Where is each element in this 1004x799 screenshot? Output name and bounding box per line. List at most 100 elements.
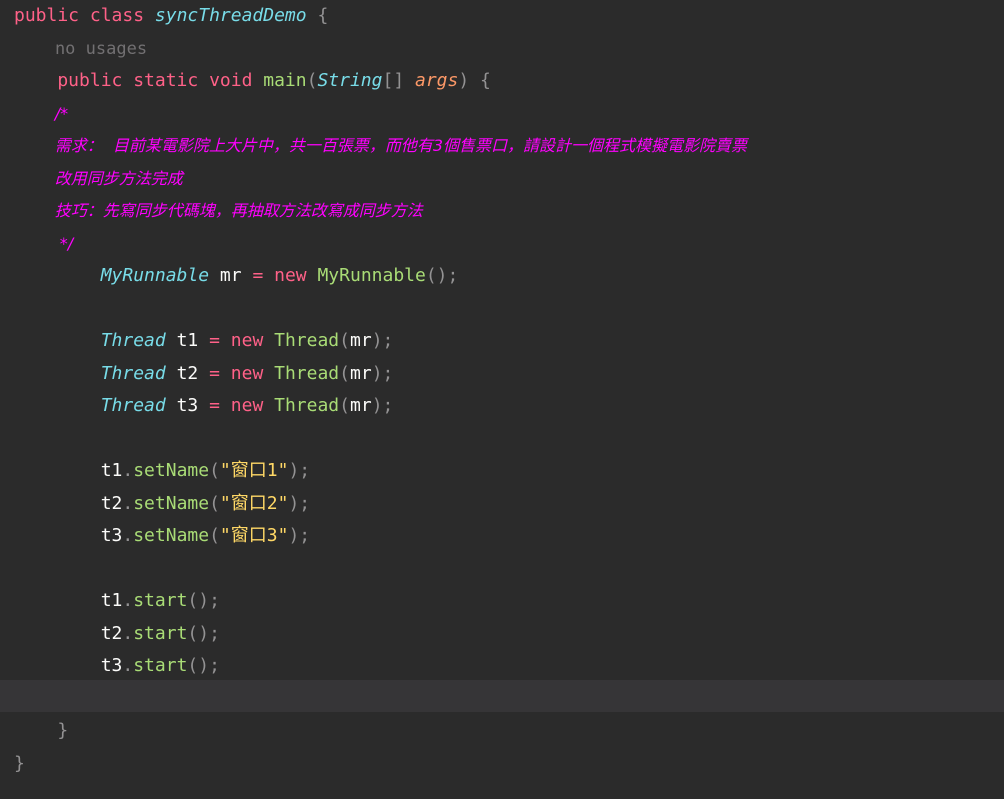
- code-token: .: [122, 590, 134, 611]
- code-line[interactable]: t3.start();: [14, 650, 220, 682]
- code-token: setName: [133, 460, 210, 481]
- code-token: (: [339, 395, 350, 416]
- code-line[interactable]: /*: [14, 98, 68, 130]
- code-line[interactable]: t1.setName("窗口1");: [14, 455, 310, 487]
- code-token: mr: [350, 362, 372, 384]
- code-line[interactable]: public class syncThreadDemo {: [14, 0, 328, 32]
- code-token: Thread: [274, 362, 340, 384]
- code-line[interactable]: t1.start();: [14, 585, 220, 617]
- code-token: );: [288, 492, 311, 514]
- code-line[interactable]: MyRunnable mr = new MyRunnable();: [14, 260, 459, 292]
- code-token: ();: [187, 655, 220, 676]
- code-token: );: [371, 362, 394, 384]
- code-token: setName: [133, 525, 210, 546]
- code-line[interactable]: Thread t1 = new Thread(mr);: [14, 325, 394, 357]
- code-token: start: [133, 655, 188, 676]
- code-token: (: [339, 330, 350, 351]
- code-token: main: [263, 70, 307, 91]
- string-literal: "窗口3": [219, 525, 289, 546]
- code-token: MyRunnable: [317, 265, 426, 286]
- string-literal: "窗口2": [219, 492, 289, 514]
- code-line[interactable]: }: [14, 748, 25, 780]
- comment-text: */: [14, 233, 74, 253]
- code-token: t2: [165, 362, 210, 384]
- code-token: .: [122, 655, 134, 676]
- code-line[interactable]: 技巧：先寫同步代碼塊，再抽取方法改寫成同步方法: [14, 195, 423, 227]
- code-token: ();: [187, 622, 220, 644]
- string-literal: "窗口1": [219, 460, 289, 481]
- code-token: );: [288, 460, 311, 481]
- code-token: .: [122, 525, 134, 546]
- code-token: (: [306, 70, 318, 91]
- code-token: start: [133, 622, 188, 644]
- code-token: mr: [350, 395, 372, 416]
- code-token: ();: [425, 265, 459, 286]
- code-line[interactable]: t2.start();: [14, 618, 220, 650]
- code-token: .: [122, 460, 134, 481]
- code-token: public class: [14, 5, 155, 26]
- comment-text: 需求： 目前某電影院上大片中，共一百張票，而他有3個售票口，請設計一個程式模擬電…: [14, 136, 748, 155]
- code-token: args: [415, 70, 459, 91]
- code-line[interactable]: Thread t2 = new Thread(mr);: [14, 358, 394, 390]
- code-token: ();: [187, 590, 220, 611]
- code-token: no usages: [14, 38, 148, 59]
- code-token: Thread: [274, 395, 340, 416]
- code-line[interactable]: t3.setName("窗口3");: [14, 520, 310, 552]
- code-token: }: [14, 752, 25, 774]
- code-token: start: [133, 590, 188, 611]
- code-line[interactable]: no usages: [14, 33, 147, 65]
- code-token: t2: [14, 622, 123, 644]
- code-token: mr: [350, 330, 372, 351]
- current-line-highlight: [0, 680, 1004, 712]
- code-token: t1: [14, 460, 123, 481]
- code-token: Thread: [100, 330, 166, 351]
- code-line[interactable]: 改用同步方法完成: [14, 163, 183, 195]
- code-token: (: [209, 460, 220, 481]
- code-token: );: [288, 525, 311, 546]
- code-token: t1: [165, 330, 210, 351]
- code-token: );: [371, 395, 394, 416]
- code-token: = new: [209, 330, 275, 351]
- code-token: String: [317, 70, 383, 91]
- code-token: .: [122, 622, 134, 644]
- code-token: );: [371, 330, 394, 351]
- code-token: {: [306, 5, 329, 26]
- code-token: = new: [252, 265, 318, 286]
- code-token: = new: [209, 395, 275, 416]
- code-token: Thread: [274, 330, 340, 351]
- code-line[interactable]: }: [14, 715, 68, 747]
- code-token: ) {: [458, 70, 491, 91]
- code-token: mr: [209, 265, 253, 286]
- code-token: t3: [14, 525, 123, 546]
- code-line[interactable]: 需求： 目前某電影院上大片中，共一百張票，而他有3個售票口，請設計一個程式模擬電…: [14, 130, 747, 162]
- code-token: t1: [14, 590, 123, 611]
- code-line[interactable]: Thread t3 = new Thread(mr);: [14, 390, 394, 422]
- code-token: []: [382, 70, 415, 91]
- code-line[interactable]: public static void main(String[] args) {: [14, 65, 491, 97]
- comment-text: 改用同步方法完成: [14, 168, 183, 188]
- code-line[interactable]: */: [14, 228, 73, 260]
- code-editor[interactable]: public class syncThreadDemo { no usages …: [0, 0, 1004, 799]
- code-token: setName: [133, 492, 210, 514]
- code-token: Thread: [100, 362, 166, 384]
- code-token: (: [339, 362, 350, 384]
- code-token: (: [209, 492, 220, 514]
- code-token: MyRunnable: [100, 265, 210, 286]
- code-token: public static void: [14, 70, 264, 91]
- code-token: }: [14, 720, 69, 741]
- comment-text: /*: [14, 103, 69, 123]
- code-token: Thread: [100, 395, 166, 416]
- code-token: t3: [14, 655, 123, 676]
- code-token: syncThreadDemo: [154, 5, 307, 26]
- code-token: .: [122, 492, 134, 514]
- code-token: t2: [14, 492, 123, 514]
- code-token: t3: [165, 395, 210, 416]
- code-line[interactable]: t2.setName("窗口2");: [14, 488, 310, 520]
- code-token: = new: [209, 362, 275, 384]
- comment-text: 技巧：先寫同步代碼塊，再抽取方法改寫成同步方法: [14, 201, 423, 220]
- code-token: (: [209, 525, 220, 546]
